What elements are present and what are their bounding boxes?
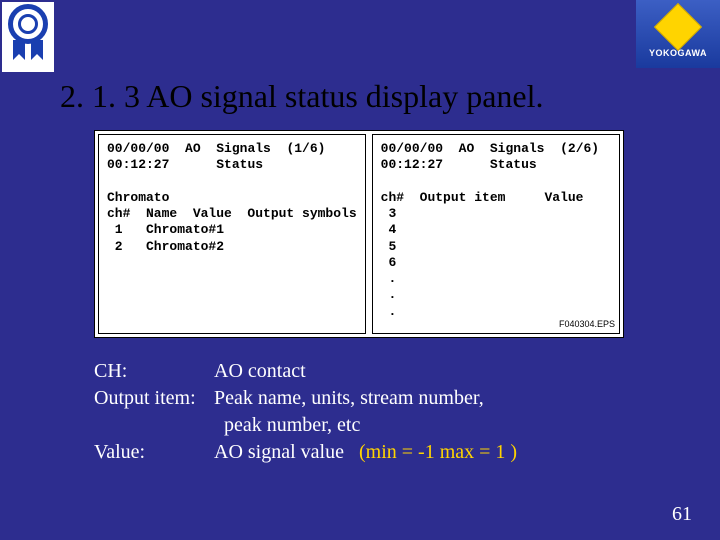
sl-hdr1: AO Signals (1/6) [185,141,325,156]
sl-date: 00/00/00 [107,141,169,156]
legend-out-label: Output item: [94,385,214,412]
sl-row2: 2 Chromato#2 [107,239,224,254]
sr-row3: 5 [381,239,397,254]
screen-right: 00/00/00 AO Signals (2/6) 00:12:27 Statu… [372,134,620,334]
sr-hdr2: Status [490,157,537,172]
display-screens: 00/00/00 AO Signals (1/6) 00:12:27 Statu… [94,130,624,338]
legend-out-val2: peak number, etc [94,412,517,439]
legend-minmax: (min = -1 max = 1 ) [359,439,517,466]
sr-row1: 3 [381,206,397,221]
yokogawa-logo: YOKOGAWA [636,0,720,68]
sr-row2: 4 [381,222,397,237]
sl-time: 00:12:27 [107,157,169,172]
diamond-icon [654,3,702,51]
legend-ch-label: CH: [94,358,214,385]
legend-out-val: Peak name, units, stream number, [214,385,484,412]
legend-block: CH: AO contact Output item: Peak name, u… [94,358,517,466]
sl-hdr2: Status [216,157,263,172]
sl-cols: ch# Name Value Output symbols [107,206,357,221]
sr-dot2: . [381,287,397,302]
sr-time: 00:12:27 [381,157,443,172]
sr-corner: F040304.EPS [559,319,615,330]
sr-date: 00/00/00 [381,141,443,156]
sr-row4: 6 [381,255,397,270]
sr-cols: ch# Output item Value [381,190,584,205]
sl-section: Chromato [107,190,169,205]
sr-dot1: . [381,271,397,286]
sr-dot3: . [381,304,397,319]
legend-val-val: AO signal value [214,439,344,466]
sr-hdr1: AO Signals (2/6) [459,141,599,156]
ribbon-award-icon [2,2,54,72]
page-number: 61 [672,503,692,526]
legend-ch-val: AO contact [214,358,306,385]
screen-left: 00/00/00 AO Signals (1/6) 00:12:27 Statu… [98,134,366,334]
sl-row1: 1 Chromato#1 [107,222,224,237]
slide-title: 2. 1. 3 AO signal status display panel. [60,78,544,115]
legend-val-label: Value: [94,439,214,466]
